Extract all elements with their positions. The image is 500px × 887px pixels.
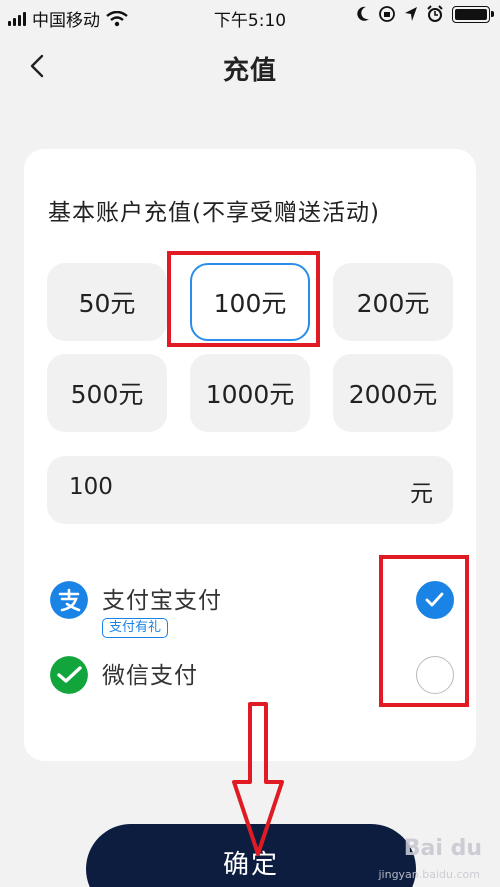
battery-icon <box>452 5 494 23</box>
status-right <box>356 5 494 23</box>
moon-icon <box>357 6 369 21</box>
status-bar: 中国移动 下午5:10 <box>0 0 500 34</box>
amount-option-2000[interactable]: 2000元 <box>333 354 453 432</box>
location-icon <box>405 7 417 21</box>
nav-bar: 充值 <box>0 40 500 92</box>
alipay-promo-tag: 支付有礼 <box>102 618 169 638</box>
custom-amount-input[interactable]: 100 元 <box>47 456 453 524</box>
custom-amount-value: 100 <box>69 474 113 500</box>
amount-option-50[interactable]: 50元 <box>47 263 167 341</box>
amount-option-200[interactable]: 200元 <box>333 263 453 341</box>
alarm-icon <box>427 5 443 22</box>
alipay-icon <box>50 581 88 619</box>
page-title: 充值 <box>222 56 277 86</box>
custom-amount-unit: 元 <box>410 481 433 507</box>
wechat-pay-label: 微信支付 <box>102 663 198 689</box>
watermark-logo: Bai du <box>403 836 482 861</box>
highlight-box-payment <box>379 555 469 707</box>
amount-option-500[interactable]: 500元 <box>47 354 167 432</box>
section-title: 基本账户充值(不享受赠送活动) <box>48 200 380 226</box>
highlight-box-amount <box>167 251 320 347</box>
orientation-lock-icon <box>379 6 395 22</box>
amount-option-1000[interactable]: 1000元 <box>190 354 310 432</box>
wechat-pay-icon <box>50 656 88 694</box>
alipay-label: 支付宝支付 <box>102 588 222 614</box>
down-arrow-annotation-icon <box>232 702 284 856</box>
watermark-url: jingyan.baidu.com <box>378 868 480 881</box>
